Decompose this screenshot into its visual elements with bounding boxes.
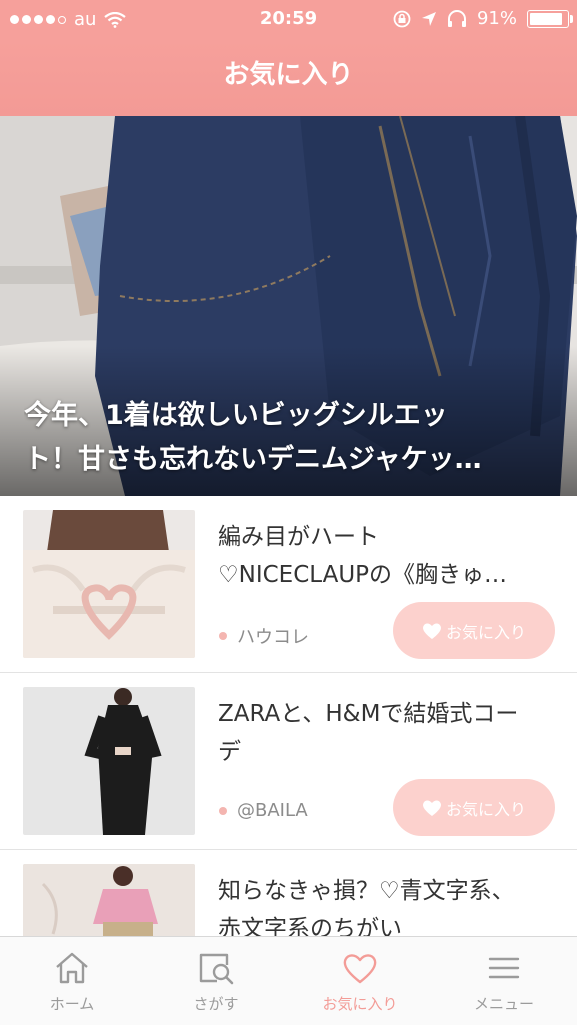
article-title-line: ♡NICECLAUPの《胸きゅ… [218, 562, 508, 588]
article-title: 編み目がハート ♡NICECLAUPの《胸きゅ… [218, 518, 558, 594]
article-title-line: 編み目がハート [218, 524, 379, 550]
heart-icon [343, 954, 377, 984]
tab-menu[interactable]: メニュー [432, 937, 576, 1025]
heart-icon [423, 800, 441, 816]
article-thumbnail [23, 510, 195, 658]
tab-favorites[interactable]: お気に入り [288, 937, 432, 1025]
hero-caption-line: 今年、1着は欲しいビッグシルエッ [24, 400, 448, 431]
tab-label: ホーム [49, 995, 95, 1013]
tab-label: メニュー [473, 995, 534, 1013]
menu-icon [488, 957, 520, 979]
page-title: お気に入り [223, 60, 354, 90]
favorite-button[interactable]: お気に入り [393, 602, 555, 659]
hero-article[interactable]: 今年、1着は欲しいビッグシルエッ ト！甘さも忘れないデニムジャケッ… [0, 116, 577, 496]
favorite-button-label: お気に入り [445, 622, 526, 642]
article-row[interactable]: 知らなきゃ損？♡青文字系、 赤文字系のちがい [0, 850, 577, 936]
tab-search[interactable]: さがす [144, 937, 288, 1025]
article-source-label: @BAILA [237, 800, 308, 821]
heart-icon [423, 623, 441, 639]
favorite-button-label: お気に入り [445, 799, 526, 819]
article-title: ZARAと、H&Mで結婚式コー デ [218, 695, 558, 771]
battery-percent: 91% [476, 8, 517, 29]
article-title-line: 赤文字系のちがい [218, 916, 402, 936]
source-dot-icon [219, 632, 227, 640]
article-title-line: デ [218, 739, 241, 765]
article-title-line: ZARAと、H&Mで結婚式コー [218, 701, 519, 727]
home-icon [56, 952, 88, 984]
article-title-line: 知らなきゃ損？♡青文字系、 [218, 878, 515, 904]
battery-icon [527, 9, 573, 28]
article-source: @BAILA [219, 800, 308, 821]
search-icon [199, 953, 234, 985]
article-thumbnail [23, 687, 195, 835]
headphones-icon [447, 9, 466, 27]
tab-home[interactable]: ホーム [0, 937, 144, 1025]
article-source: ハウコレ [219, 623, 309, 649]
article-list: 編み目がハート ♡NICECLAUPの《胸きゅ… ハウコレ お気に入り ZARA… [0, 496, 577, 936]
article-row[interactable]: 編み目がハート ♡NICECLAUPの《胸きゅ… ハウコレ お気に入り [0, 496, 577, 673]
source-dot-icon [219, 806, 227, 815]
article-source-label: ハウコレ [237, 627, 309, 648]
hero-caption-line: ト！甘さも忘れないデニムジャケッ… [24, 444, 482, 475]
rotation-lock-icon [393, 10, 411, 27]
location-arrow-icon [421, 11, 436, 26]
status-right: 91% [393, 8, 573, 29]
nav-header: お気に入り [0, 40, 577, 116]
article-row[interactable]: ZARAと、H&Mで結婚式コー デ @BAILA お気に入り [0, 673, 577, 850]
tab-label: さがす [193, 995, 239, 1013]
tab-bar: ホーム さがす お気に入り メニュー [0, 936, 577, 1025]
hero-caption: 今年、1着は欲しいビッグシルエッ ト！甘さも忘れないデニムジャケッ… [24, 394, 553, 482]
status-bar: au 20:59 91% [0, 0, 577, 40]
tab-label: お気に入り [322, 995, 398, 1013]
favorite-button[interactable]: お気に入り [393, 779, 555, 836]
article-title: 知らなきゃ損？♡青文字系、 赤文字系のちがい [218, 872, 558, 936]
article-thumbnail [23, 864, 195, 936]
